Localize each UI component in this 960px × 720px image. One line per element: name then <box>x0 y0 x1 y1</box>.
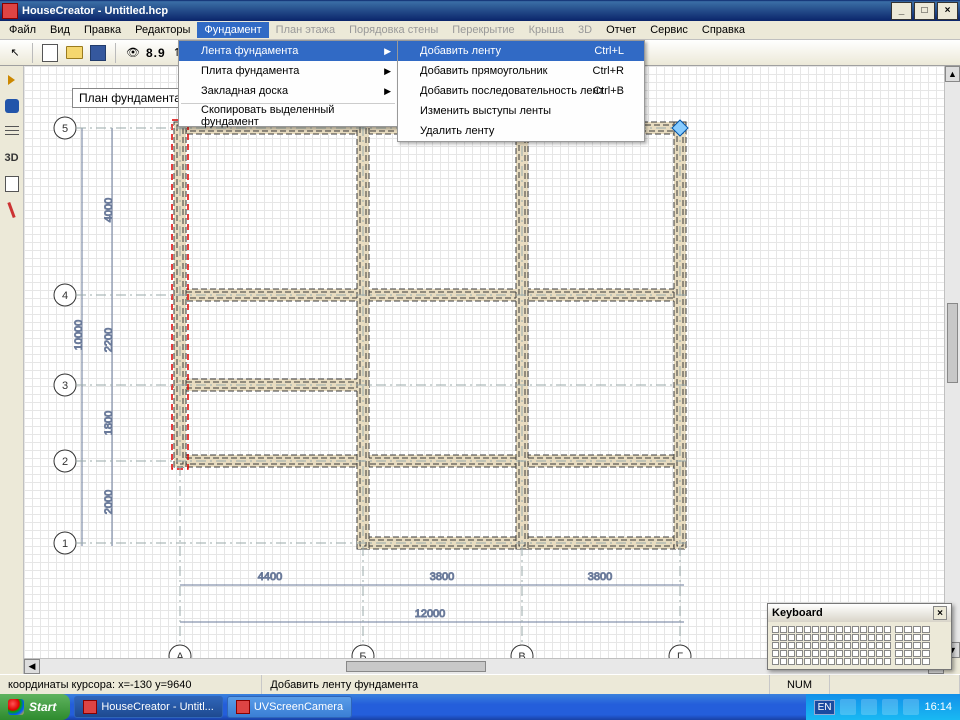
menu-Крыша[interactable]: Крыша <box>522 22 571 38</box>
open-file-icon[interactable] <box>63 42 85 64</box>
paint-icon[interactable] <box>2 96 22 116</box>
menu-Сервис[interactable]: Сервис <box>643 22 695 38</box>
menuitem[interactable]: Закладная доска▶ <box>179 81 397 101</box>
vertical-toolbar: 3D <box>0 66 24 674</box>
window-title: HouseCreator - Untitled.hcp <box>22 5 891 17</box>
clock[interactable]: 16:14 <box>924 701 952 713</box>
svg-text:2: 2 <box>62 456 68 468</box>
task-button[interactable]: UVScreenCamera <box>227 696 352 718</box>
hatch-icon[interactable] <box>2 122 22 142</box>
titlebar: HouseCreator - Untitled.hcp _ □ × <box>0 0 960 21</box>
tray-icon[interactable] <box>903 699 919 715</box>
keyboard-close-icon[interactable]: × <box>933 606 947 620</box>
svg-text:4400: 4400 <box>258 571 282 583</box>
save-file-icon[interactable] <box>87 42 109 64</box>
tape-submenu[interactable]: Добавить лентуCtrl+LДобавить прямоугольн… <box>397 40 645 142</box>
svg-text:4: 4 <box>62 290 68 302</box>
svg-text:3: 3 <box>62 380 68 392</box>
menubar: ФайлВидПравкаРедакторыФундаментПлан этаж… <box>0 21 960 40</box>
tray-icon[interactable] <box>861 699 877 715</box>
menuitem[interactable]: Скопировать выделенный фундамент <box>179 106 397 126</box>
tray-icon[interactable] <box>840 699 856 715</box>
pencil-icon[interactable] <box>2 200 22 220</box>
maximize-button[interactable]: □ <box>914 2 935 20</box>
svg-text:3800: 3800 <box>588 571 612 583</box>
svg-text:3800: 3800 <box>430 571 454 583</box>
status-coords: координаты курсора: x=-130 y=9640 <box>0 675 262 694</box>
canvas[interactable]: План фундамента: 40002200180020001000044… <box>24 66 960 674</box>
svg-text:12000: 12000 <box>415 608 446 620</box>
scale-value: 8.9 <box>146 46 166 60</box>
keyboard-title: Keyboard <box>772 607 823 619</box>
svg-text:4000: 4000 <box>103 198 115 222</box>
menuitem[interactable]: Добавить лентуCtrl+L <box>398 41 644 61</box>
menu-План этажа[interactable]: План этажа <box>269 22 342 38</box>
start-button[interactable]: Start <box>0 694 70 720</box>
menuitem[interactable]: Добавить последовательность лентCtrl+B <box>398 81 644 101</box>
svg-text:5: 5 <box>62 123 68 135</box>
menu-Перекрытие[interactable]: Перекрытие <box>445 22 521 38</box>
app-icon <box>2 3 18 19</box>
svg-text:1800: 1800 <box>103 411 115 435</box>
menu-Редакторы[interactable]: Редакторы <box>128 22 197 38</box>
menuitem[interactable]: Удалить ленту <box>398 121 644 141</box>
status-num: NUM <box>770 675 830 694</box>
menu-Отчет[interactable]: Отчет <box>599 22 643 38</box>
menuitem[interactable]: Плита фундамента▶ <box>179 61 397 81</box>
taskbar: Start HouseCreator - Untitl...UVScreenCa… <box>0 694 960 720</box>
select-icon[interactable] <box>2 70 22 90</box>
task-button[interactable]: HouseCreator - Untitl... <box>74 696 222 718</box>
minimize-button[interactable]: _ <box>891 2 912 20</box>
foundation-menu[interactable]: Лента фундамента▶Плита фундамента▶Заклад… <box>178 40 398 127</box>
menu-Вид[interactable]: Вид <box>43 22 77 38</box>
zoom-tool-icon[interactable]: 👁 <box>122 42 144 64</box>
svg-text:1: 1 <box>62 538 68 550</box>
lang-indicator[interactable]: EN <box>814 700 836 715</box>
3d-icon[interactable]: 3D <box>2 148 22 168</box>
drawing: 4000 2200 1800 2000 10000 4400 3800 3800 12000 5… <box>24 66 960 674</box>
systray[interactable]: EN 16:14 <box>806 694 960 720</box>
svg-text:2200: 2200 <box>103 328 115 352</box>
tray-icon[interactable] <box>882 699 898 715</box>
report-icon[interactable] <box>2 174 22 194</box>
svg-text:2000: 2000 <box>103 490 115 514</box>
svg-text:10000: 10000 <box>73 320 85 351</box>
menuitem[interactable]: Изменить выступы ленты <box>398 101 644 121</box>
new-file-icon[interactable] <box>39 42 61 64</box>
menu-Фундамент[interactable]: Фундамент <box>197 22 268 38</box>
menu-Справка[interactable]: Справка <box>695 22 752 38</box>
status-empty <box>830 675 960 694</box>
onscreen-keyboard[interactable]: Keyboard × <box>767 603 952 670</box>
menuitem[interactable]: Лента фундамента▶ <box>179 41 397 61</box>
status-hint: Добавить ленту фундамента <box>262 675 770 694</box>
cursor-tool-icon[interactable]: ↖ <box>4 42 26 64</box>
menu-Порядовка стены[interactable]: Порядовка стены <box>342 22 445 38</box>
menu-Правка[interactable]: Правка <box>77 22 128 38</box>
menuitem[interactable]: Добавить прямоугольникCtrl+R <box>398 61 644 81</box>
menu-Файл[interactable]: Файл <box>2 22 43 38</box>
vertical-scrollbar[interactable]: ▲ ▼ <box>944 66 960 658</box>
menu-3D[interactable]: 3D <box>571 22 599 38</box>
close-button[interactable]: × <box>937 2 958 20</box>
statusbar: координаты курсора: x=-130 y=9640 Добави… <box>0 674 960 694</box>
